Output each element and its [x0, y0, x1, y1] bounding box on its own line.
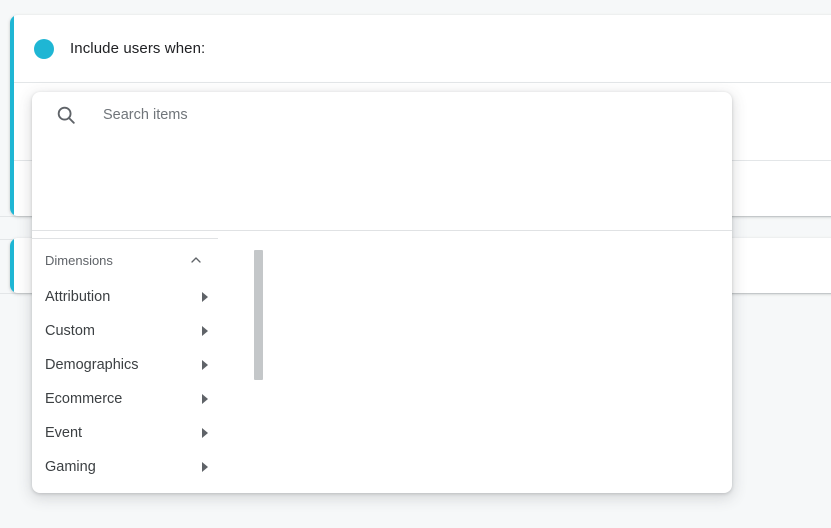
list-item[interactable]: Event: [32, 416, 222, 450]
list-item-label: Ecommerce: [45, 391, 123, 407]
caret-right-icon: [202, 462, 208, 472]
list-scrollbar[interactable]: [254, 250, 263, 382]
dimensions-group-label: Dimensions: [45, 252, 113, 268]
list-item-label: Demographics: [45, 357, 139, 373]
caret-right-icon: [202, 360, 208, 370]
list-item[interactable]: Attribution: [32, 280, 222, 314]
include-users-when-label: Include users when:: [70, 40, 206, 57]
list-item-label: Event: [45, 425, 83, 441]
caret-right-icon: [202, 394, 208, 404]
search-icon: [55, 104, 77, 126]
filled-circle-icon: [34, 38, 54, 59]
list-item-label: Attribution: [45, 289, 111, 305]
list-item-label: Custom: [45, 323, 95, 339]
search-row[interactable]: [32, 92, 732, 138]
search-input[interactable]: [103, 107, 663, 123]
list-scrollbar-thumb[interactable]: [254, 250, 263, 380]
list-item[interactable]: Ecommerce: [32, 382, 222, 416]
list-item[interactable]: Demographics: [32, 348, 222, 382]
list-item[interactable]: Gaming: [32, 450, 222, 484]
group-top-divider: [32, 238, 218, 239]
condition-card-header: Include users when:: [10, 15, 831, 83]
card-accent-bar: [10, 15, 14, 216]
search-divider: [32, 230, 732, 231]
list-item-label: Gaming: [45, 459, 96, 475]
caret-right-icon: [202, 428, 208, 438]
chevron-up-icon[interactable]: [188, 252, 204, 268]
second-card-accent-bar: [10, 238, 14, 293]
dimension-item-list[interactable]: Attribution Custom Demographics Ecommerce Ev…: [32, 280, 222, 493]
list-item[interactable]: General: [32, 484, 222, 493]
dimension-picker-dropdown[interactable]: Dimensions Attribution Custom Demographics…: [32, 92, 732, 493]
caret-right-icon: [202, 292, 208, 302]
background-strip-top: [0, 0, 831, 14]
dimensions-group-header[interactable]: Dimensions: [32, 247, 218, 273]
list-item[interactable]: Custom: [32, 314, 222, 348]
caret-right-icon: [202, 326, 208, 336]
